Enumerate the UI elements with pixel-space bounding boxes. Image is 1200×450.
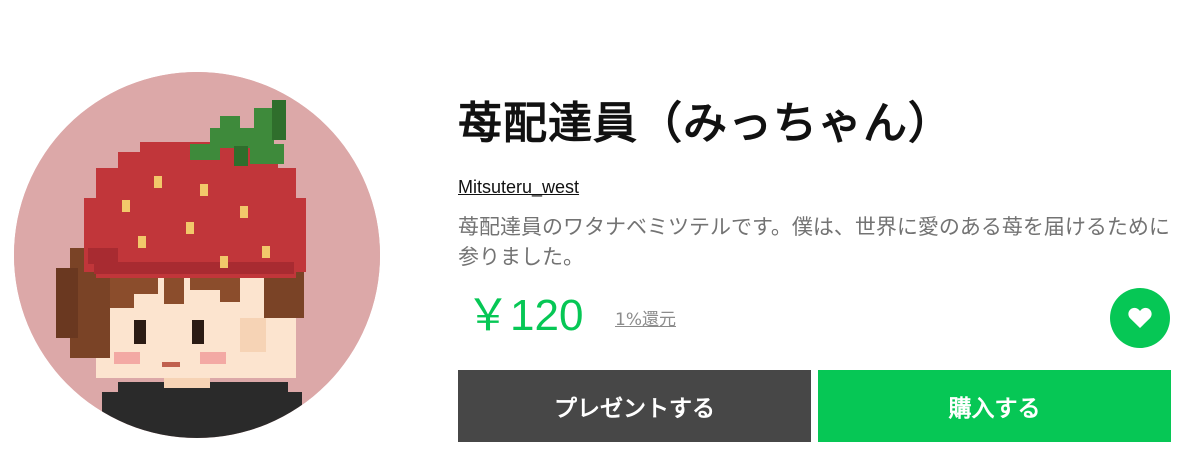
strawberry-character-illustration: [14, 72, 380, 438]
heart-icon: [1128, 307, 1152, 328]
cashback-link[interactable]: 1%還元: [615, 309, 676, 331]
product-main-image: [14, 72, 380, 438]
author-link[interactable]: Mitsuteru_west: [458, 176, 579, 198]
price-row: ￥120 1%還元: [458, 280, 1170, 352]
buy-button[interactable]: 購入する: [818, 370, 1171, 442]
product-title: 苺配達員（みっちゃん）: [458, 98, 953, 149]
gift-button[interactable]: プレゼントする: [458, 370, 811, 442]
sticker-product-page: 苺配達員（みっちゃん） Mitsuteru_west 苺配達員のワタナベミツテル…: [0, 0, 1200, 450]
favorite-button[interactable]: [1110, 288, 1170, 348]
product-info: 苺配達員（みっちゃん） Mitsuteru_west 苺配達員のワタナベミツテル…: [458, 82, 1170, 352]
product-description: 苺配達員のワタナベミツテルです。僕は、世界に愛のある苺を届けるために参りました。: [458, 215, 1170, 269]
purchase-actions: プレゼントする 購入する: [458, 370, 1171, 442]
product-price: ￥120: [466, 291, 584, 340]
